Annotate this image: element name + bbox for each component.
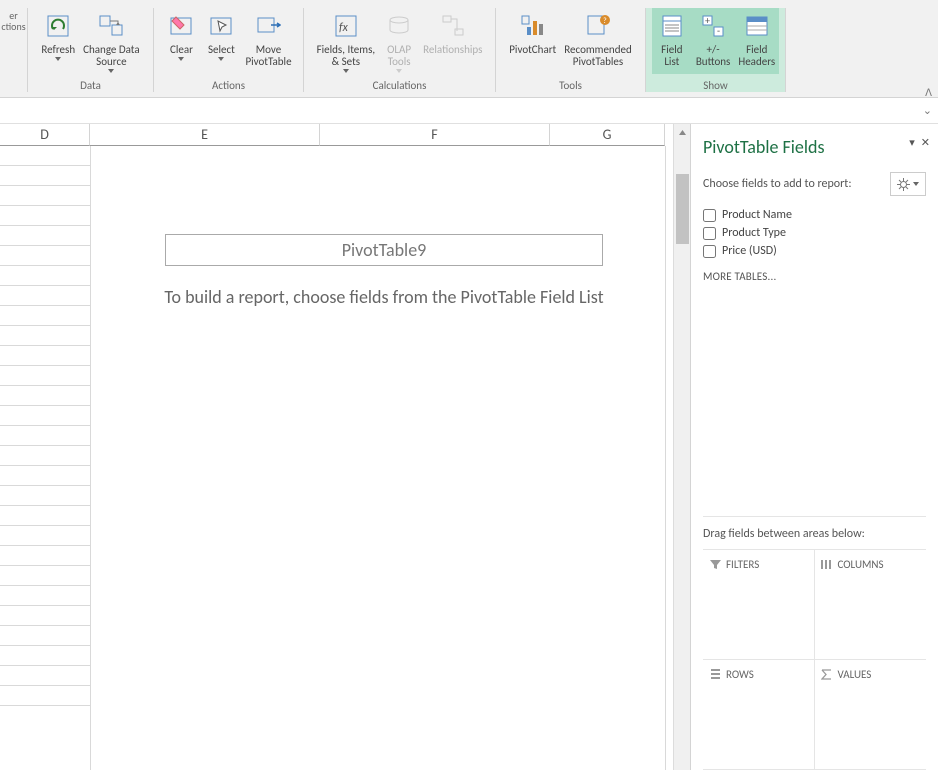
vertical-scrollbar[interactable]	[673, 124, 690, 770]
work-area: D E F G PivotTable9 To build a report, c…	[0, 124, 938, 770]
pivottable-placeholder[interactable]: PivotTable9 To build a report, choose fi…	[105, 169, 663, 759]
columns-icon	[821, 559, 833, 570]
area-label: FILTERS	[726, 558, 759, 571]
ribbon-group-data: Refresh Change Data Source Data	[28, 8, 154, 92]
dropdown-caret-icon	[396, 69, 402, 73]
area-filters[interactable]: FILTERS	[703, 550, 815, 660]
eraser-icon	[165, 10, 197, 42]
more-tables-link[interactable]: MORE TABLES...	[703, 270, 926, 283]
field-checkbox[interactable]	[703, 209, 716, 222]
olap-tools-button: OLAP Tools	[379, 8, 419, 74]
change-data-source-button[interactable]: Change Data Source	[79, 8, 144, 74]
field-checkbox[interactable]	[703, 227, 716, 240]
ribbon-group-show: Field List +- +/- Buttons Field Headers …	[646, 8, 786, 92]
field-item[interactable]: Product Type	[703, 226, 926, 240]
field-headers-icon	[741, 10, 773, 42]
area-label: ROWS	[726, 668, 754, 681]
dropdown-caret-icon	[218, 57, 224, 61]
scrollbar-thumb[interactable]	[676, 174, 689, 244]
dropdown-caret-icon	[108, 69, 114, 73]
refresh-icon	[42, 10, 74, 42]
refresh-button[interactable]: Refresh	[37, 8, 79, 74]
column-header[interactable]: F	[320, 124, 550, 146]
rows-icon	[709, 669, 721, 680]
pivottable-fields-pane: ▾ ✕ PivotTable Fields Choose fields to a…	[690, 124, 938, 770]
pane-layout-button[interactable]	[890, 172, 926, 196]
ribbon-group-tools: PivotChart ? Recommended PivotTables Too…	[496, 8, 646, 92]
column-header[interactable]: E	[90, 124, 320, 146]
pivotchart-icon	[517, 10, 549, 42]
column-headers: D E F G	[0, 124, 673, 146]
ribbon: er ctions Refresh Change Data Source Dat…	[0, 0, 938, 98]
select-button[interactable]: Select	[201, 8, 241, 74]
fields-items-sets-button[interactable]: fx Fields, Items, & Sets	[313, 8, 380, 74]
pane-subtitle: Choose fields to add to report:	[703, 177, 852, 191]
clear-button[interactable]: Clear	[161, 8, 201, 74]
ribbon-group-calculations: fx Fields, Items, & Sets OLAP Tools Rela…	[304, 8, 496, 92]
datasource-icon	[95, 10, 127, 42]
move-icon	[252, 10, 284, 42]
field-list: Product Name Product Type Price (USD)	[703, 208, 926, 258]
field-list-button[interactable]: Field List	[652, 8, 692, 74]
pane-title: PivotTable Fields	[703, 136, 926, 158]
area-columns[interactable]: COLUMNS	[815, 550, 927, 660]
sigma-icon	[821, 669, 833, 680]
move-pivottable-button[interactable]: Move PivotTable	[241, 8, 295, 74]
field-item[interactable]: Price (USD)	[703, 244, 926, 258]
field-headers-button[interactable]: Field Headers	[734, 8, 779, 74]
relationship-icon	[437, 10, 469, 42]
formula-bar: ⌄	[0, 98, 938, 124]
relationships-button: Relationships	[419, 8, 486, 74]
worksheet[interactable]: D E F G PivotTable9 To build a report, c…	[0, 124, 673, 770]
gear-icon	[897, 178, 910, 191]
pivotchart-button[interactable]: PivotChart	[505, 8, 560, 74]
field-label: Price (USD)	[722, 244, 777, 258]
svg-text:?: ?	[603, 16, 607, 26]
field-label: Product Name	[722, 208, 792, 222]
partial-button[interactable]: er ctions	[0, 8, 30, 74]
area-values[interactable]: VALUES	[815, 660, 927, 770]
plus-minus-buttons-button[interactable]: +- +/- Buttons	[692, 8, 735, 74]
cursor-icon	[205, 10, 237, 42]
ribbon-group-actions: Clear Select Move PivotTable Actions	[154, 8, 304, 92]
field-label: Product Type	[722, 226, 786, 240]
pivottable-name: PivotTable9	[342, 239, 427, 261]
expand-formula-bar-icon[interactable]: ⌄	[923, 104, 932, 117]
database-icon	[383, 10, 415, 42]
field-checkbox[interactable]	[703, 245, 716, 258]
field-item[interactable]: Product Name	[703, 208, 926, 222]
dropdown-caret-icon	[178, 57, 184, 61]
dropdown-caret-icon	[913, 182, 919, 186]
fx-icon: fx	[330, 10, 362, 42]
scroll-up-button[interactable]	[674, 124, 691, 141]
area-label: COLUMNS	[838, 558, 884, 571]
dropdown-caret-icon	[343, 69, 349, 73]
drop-areas: FILTERS COLUMNS ROWS	[703, 549, 926, 770]
svg-text:-: -	[717, 24, 720, 37]
area-rows[interactable]: ROWS	[703, 660, 815, 770]
field-list-icon	[656, 10, 688, 42]
drag-hint: Drag fields between areas below:	[703, 516, 926, 541]
column-header[interactable]: G	[550, 124, 665, 146]
pivottable-name-box: PivotTable9	[165, 234, 603, 266]
svg-text:+: +	[705, 14, 710, 27]
recommended-icon: ?	[582, 10, 614, 42]
svg-text:fx: fx	[339, 21, 349, 35]
filter-icon	[709, 559, 721, 570]
ribbon-group-partial: er ctions	[0, 8, 28, 92]
dropdown-caret-icon	[55, 57, 61, 61]
recommended-pivottables-button[interactable]: ? Recommended PivotTables	[560, 8, 635, 74]
area-label: VALUES	[838, 668, 872, 681]
plus-minus-icon: +-	[697, 10, 729, 42]
pane-options-caret-icon[interactable]: ▾	[909, 136, 915, 149]
pivottable-hint: To build a report, choose fields from th…	[105, 284, 663, 310]
close-pane-icon[interactable]: ✕	[921, 136, 930, 149]
column-header[interactable]: D	[0, 124, 90, 146]
